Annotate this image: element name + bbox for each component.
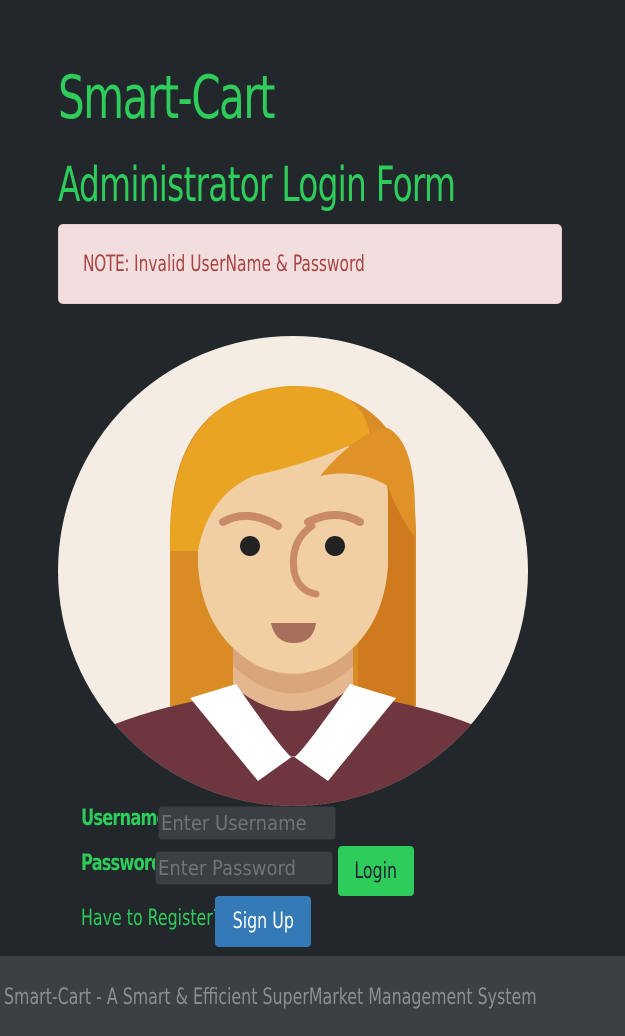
username-input[interactable] [158, 806, 336, 840]
password-label: Password [81, 851, 163, 876]
footer-text: Smart-Cart - A Smart & Efficient SuperMa… [4, 985, 537, 1010]
female-user-avatar-icon [58, 336, 528, 806]
login-button[interactable]: Login [338, 846, 414, 896]
error-alert: NOTE: Invalid UserName & Password [58, 224, 562, 304]
register-prompt: Have to Register? [81, 906, 222, 931]
password-input[interactable] [155, 851, 333, 885]
alert-note-label: NOTE: [83, 252, 130, 277]
login-page: Smart-Cart Administrator Login Form NOTE… [0, 0, 625, 1036]
login-button-label: Login [354, 858, 398, 884]
signup-button-label: Sign Up [232, 909, 294, 934]
footer: Smart-Cart - A Smart & Efficient SuperMa… [0, 956, 625, 1036]
signup-button[interactable]: Sign Up [215, 896, 311, 947]
alert-message: Invalid UserName & Password [134, 252, 365, 277]
app-title: Smart-Cart [58, 63, 276, 133]
username-label: Username [81, 806, 168, 831]
alert-text: NOTE: Invalid UserName & Password [83, 249, 365, 281]
form-title: Administrator Login Form [58, 157, 456, 213]
